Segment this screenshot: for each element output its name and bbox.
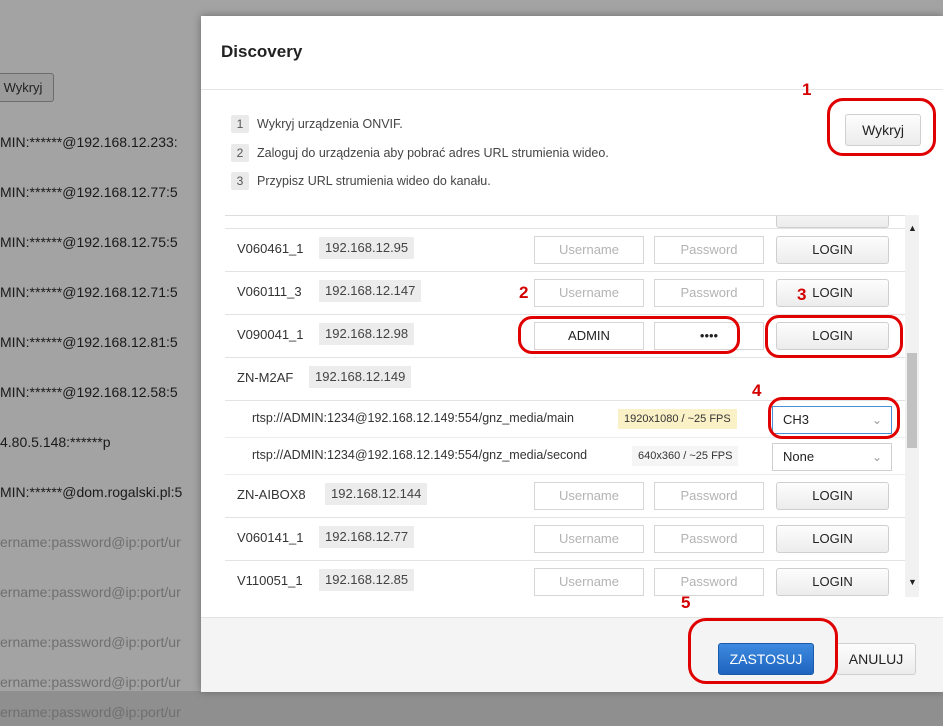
background-stream-row: MIN:******@192.168.12.58:5 — [0, 384, 178, 400]
device-row: V110051_1 192.168.12.85 Username Passwor… — [225, 561, 905, 598]
device-name: ZN-M2AF — [237, 370, 294, 385]
annotation-ring-login — [765, 315, 903, 358]
device-name: ZN-AIBOX8 — [237, 487, 306, 502]
step-text: Wykryj urządzenia ONVIF. — [257, 117, 403, 131]
password-input[interactable]: Password — [654, 482, 764, 510]
background-stream-row: MIN:******@192.168.12.77:5 — [0, 184, 178, 200]
annotation-number: 1 — [802, 80, 812, 99]
step-text: Zaloguj do urządzenia aby pobrać adres U… — [257, 146, 609, 160]
login-button[interactable]: LOGIN — [776, 279, 889, 307]
device-ip: 192.168.12.147 — [319, 280, 422, 302]
annotation-ring-detect — [827, 98, 936, 156]
list-scrollbar[interactable]: ▲ ▼ — [905, 215, 919, 597]
background-stream-row: MIN:******@192.168.12.75:5 — [0, 234, 178, 250]
channel-select[interactable]: None ⌄ — [772, 443, 892, 471]
annotation-number: 4 — [752, 381, 762, 400]
stream-url: rtsp://ADMIN:1234@192.168.12.149:554/gnz… — [252, 411, 574, 425]
step-number: 3 — [231, 172, 249, 190]
title-divider — [201, 89, 943, 90]
username-input[interactable]: Username — [534, 568, 644, 596]
device-name: V060111_3 — [237, 284, 302, 299]
background-stream-row: MIN:******@192.168.12.71:5 — [0, 284, 178, 300]
device-ip: 192.168.12.149 — [309, 366, 412, 388]
stream-resolution: 640x360 / ~25 FPS — [632, 446, 739, 466]
device-row: V060141_1 192.168.12.77 Username Passwor… — [225, 518, 905, 561]
username-input[interactable]: Username — [534, 525, 644, 553]
username-input[interactable]: Username — [534, 279, 644, 307]
password-input[interactable]: Password — [654, 525, 764, 553]
cancel-button[interactable]: ANULUJ — [836, 643, 916, 675]
device-ip: 192.168.12.85 — [319, 569, 415, 591]
device-ip: 192.168.12.144 — [325, 483, 428, 505]
login-button[interactable] — [776, 216, 889, 228]
chevron-down-icon: ⌄ — [871, 450, 882, 464]
scroll-thumb[interactable] — [907, 353, 917, 448]
username-input[interactable]: Username — [534, 482, 644, 510]
annotation-number: 3 — [797, 285, 807, 304]
password-input[interactable]: Password — [654, 236, 764, 264]
annotation-ring-apply — [688, 618, 838, 684]
background-stream-row: MIN:******@192.168.12.233: — [0, 134, 178, 150]
password-input[interactable]: Password — [654, 279, 764, 307]
dialog-title: Discovery — [221, 42, 303, 61]
login-button[interactable]: LOGIN — [776, 482, 889, 510]
annotation-number: 2 — [519, 283, 529, 302]
device-ip: 192.168.12.95 — [319, 237, 415, 259]
step-number: 1 — [231, 115, 249, 133]
login-button[interactable]: LOGIN — [776, 236, 889, 264]
background-stream-row: ername:password@ip:port/ur — [0, 584, 181, 600]
scroll-down-icon[interactable]: ▼ — [908, 577, 917, 587]
step-number: 2 — [231, 144, 249, 162]
annotation-number: 5 — [681, 593, 691, 612]
device-ip: 192.168.12.98 — [319, 323, 415, 345]
annotation-ring-channel — [768, 397, 900, 439]
stream-resolution: 1920x1080 / ~25 FPS — [618, 409, 737, 429]
device-row-partial — [225, 216, 905, 229]
background-stream-row: ername:password@ip:port/ur — [0, 634, 181, 650]
background-stream-row: ername:password@ip:port/ur — [0, 534, 181, 550]
scroll-up-icon[interactable]: ▲ — [908, 223, 917, 233]
login-button[interactable]: LOGIN — [776, 568, 889, 596]
password-input[interactable]: Password — [654, 568, 764, 596]
step-text: Przypisz URL strumienia wideo do kanału. — [257, 174, 491, 188]
background-stream-row: MIN:******@dom.rogalski.pl:5 — [0, 484, 183, 500]
background-stream-row: ername:password@ip:port/ur — [0, 674, 181, 690]
device-name: V110051_1 — [237, 573, 303, 588]
device-row: ZN-AIBOX8 192.168.12.144 Username Passwo… — [225, 475, 905, 518]
username-input[interactable]: Username — [534, 236, 644, 264]
background-stream-row: ername:password@ip:port/ur — [0, 704, 181, 720]
stream-row: rtsp://ADMIN:1234@192.168.12.149:554/gnz… — [225, 438, 905, 475]
step-3: 3 Przypisz URL strumienia wideo do kanału… — [231, 171, 491, 191]
background-stream-row: 4.80.5.148:******p — [0, 434, 111, 450]
step-1: 1 Wykryj urządzenia ONVIF. — [231, 114, 403, 134]
device-name: V090041_1 — [237, 327, 304, 342]
device-ip: 192.168.12.77 — [319, 526, 415, 548]
step-2: 2 Zaloguj do urządzenia aby pobrać adres … — [231, 143, 609, 163]
login-button[interactable]: LOGIN — [776, 525, 889, 553]
device-row: V060461_1 192.168.12.95 Username Passwor… — [225, 229, 905, 272]
background-detect-button: Wykryj — [0, 73, 54, 102]
device-name: V060141_1 — [237, 530, 304, 545]
annotation-ring-credentials — [518, 316, 740, 354]
stream-url: rtsp://ADMIN:1234@192.168.12.149:554/gnz… — [252, 448, 588, 462]
device-row: ZN-M2AF 192.168.12.149 — [225, 358, 905, 401]
background-stream-row: MIN:******@192.168.12.81:5 — [0, 334, 178, 350]
device-name: V060461_1 — [237, 241, 304, 256]
channel-select-value: None — [783, 449, 815, 464]
